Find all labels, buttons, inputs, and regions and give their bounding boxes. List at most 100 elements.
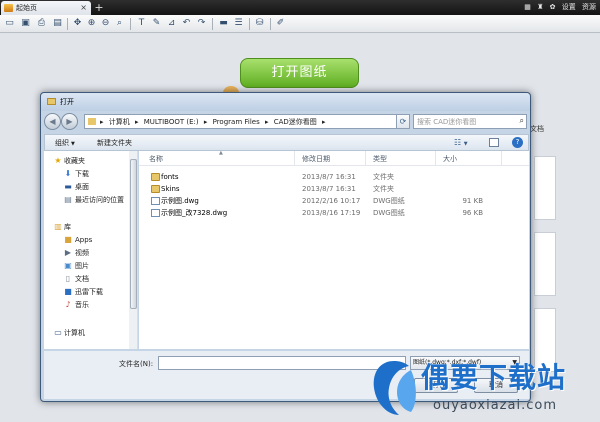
nav-favorites[interactable]: ★ 收藏夹 xyxy=(44,155,132,167)
nav-label: 图片 xyxy=(75,262,89,270)
column-divider xyxy=(501,151,502,166)
resources-link[interactable]: 资源 xyxy=(582,1,596,14)
dwg-file-icon xyxy=(151,197,160,205)
file-row[interactable]: 示例图_改7328.dwg 2013/8/16 17:19 DWG图纸 96 K… xyxy=(139,207,529,219)
column-divider xyxy=(435,151,436,166)
toolbar: ▭ ▣ ⎙ ▤ ✥ ⊕ ⊖ ⌕ T ✎ ⊿ ↶ ↷ ▬ ☰ ⛁ ✐ xyxy=(0,15,600,33)
help-button[interactable]: ? xyxy=(512,137,523,148)
organize-button[interactable]: 组织 ▼ xyxy=(55,138,75,149)
file-type: 文件夹 xyxy=(373,185,394,193)
folder-icon: ■ xyxy=(64,287,72,296)
recent-file-card[interactable] xyxy=(534,156,556,220)
recent-file-card[interactable] xyxy=(534,232,556,296)
nav-item-recent-places[interactable]: ▤ 最近访问的位置 xyxy=(44,194,132,206)
open-file-icon[interactable]: ▭ xyxy=(4,18,15,29)
column-type[interactable]: 类型 xyxy=(373,154,387,164)
dialog-titlebar[interactable]: 打开 xyxy=(41,93,530,111)
settings-link[interactable]: 设置 xyxy=(562,1,576,14)
nav-item-thunder-downloads[interactable]: ■ 迅雷下载 xyxy=(44,286,132,298)
nav-computer[interactable]: ▭ 计算机 xyxy=(44,327,132,339)
new-tab-button[interactable]: + xyxy=(93,2,105,14)
print-icon[interactable]: ⎙ xyxy=(36,18,47,29)
grid-icon[interactable]: ▦ xyxy=(524,1,531,14)
toolbar-divider xyxy=(249,18,250,30)
view-options-button[interactable]: ☷ ▼ xyxy=(454,137,474,149)
zoom-in-icon[interactable]: ⊕ xyxy=(86,18,97,29)
breadcrumb-separator: ▸ xyxy=(100,118,104,126)
breadcrumb-item[interactable]: 计算机 xyxy=(109,118,130,126)
user-icon[interactable]: ♜ xyxy=(537,1,543,14)
file-date: 2013/8/7 16:31 xyxy=(302,185,356,193)
nav-item-downloads[interactable]: ⬇ 下载 xyxy=(44,168,132,180)
layer-manager-icon[interactable]: ⛁ xyxy=(254,18,265,29)
column-size[interactable]: 大小 xyxy=(443,154,457,164)
layer-icon[interactable]: ▬ xyxy=(218,18,229,29)
save-icon[interactable]: ▣ xyxy=(20,18,31,29)
chevron-down-icon: ▼ xyxy=(463,141,468,147)
breadcrumb-item[interactable]: Program Files xyxy=(213,118,260,126)
file-type: DWG图纸 xyxy=(373,209,405,217)
search-icon[interactable]: ⌕ xyxy=(520,116,524,126)
column-divider xyxy=(365,151,366,166)
zoom-realtime-icon[interactable]: ✥ xyxy=(72,18,83,29)
preview-pane-button[interactable] xyxy=(489,138,499,147)
nav-label: 文档 xyxy=(75,275,89,283)
zoom-out-icon[interactable]: ⊖ xyxy=(100,18,111,29)
navigation-pane: ★ 收藏夹 ⬇ 下载 ▬ 桌面 ▤ 最近访问的位置 ▥ 库 ■ Apps ▶ 视… xyxy=(44,151,138,349)
recent-doc-label: 文档 xyxy=(530,125,544,133)
nav-libraries[interactable]: ▥ 库 xyxy=(44,221,132,233)
text-icon[interactable]: T xyxy=(136,18,147,29)
nav-label: 最近访问的位置 xyxy=(75,196,124,204)
column-date[interactable]: 修改日期 xyxy=(302,154,330,164)
refresh-button[interactable]: ⟳ xyxy=(396,114,410,129)
column-name[interactable]: 名称 xyxy=(149,154,163,164)
measure-icon[interactable]: ⊿ xyxy=(166,18,177,29)
breadcrumb-item[interactable]: CAD迷你看图 xyxy=(274,118,317,126)
pen-icon[interactable]: ✎ xyxy=(151,18,162,29)
breadcrumb-separator: ▸ xyxy=(322,118,326,126)
open-file-dialog: 打开 ◀ ▶ ▸ 计算机 ▸ MULTIBOOT (E:) ▸ Program … xyxy=(40,92,531,402)
address-bar[interactable]: ▸ 计算机 ▸ MULTIBOOT (E:) ▸ Program Files ▸… xyxy=(84,114,433,129)
paint-icon[interactable]: ✐ xyxy=(275,18,286,29)
refresh-icon: ⟳ xyxy=(399,117,407,126)
scrollbar-thumb[interactable] xyxy=(130,159,137,309)
nav-item-desktop[interactable]: ▬ 桌面 xyxy=(44,181,132,193)
breadcrumb-separator: ▸ xyxy=(134,118,139,126)
file-row[interactable]: fonts 2013/8/7 16:31 文件夹 xyxy=(139,171,529,183)
sort-arrow-icon: ▲ xyxy=(219,150,223,156)
nav-item-pictures[interactable]: ▣ 图片 xyxy=(44,260,132,272)
tab-close-icon[interactable]: × xyxy=(80,2,87,13)
zoom-extents-icon[interactable]: ⌕ xyxy=(114,18,125,29)
nav-label: 库 xyxy=(64,223,71,231)
file-row[interactable]: Skins 2013/8/7 16:31 文件夹 xyxy=(139,183,529,195)
redo-icon[interactable]: ↷ xyxy=(196,18,207,29)
search-input[interactable] xyxy=(414,115,510,128)
print-preview-icon[interactable]: ▤ xyxy=(52,18,63,29)
file-name: 示例图_改7328.dwg xyxy=(161,209,228,217)
file-list: ▲ 名称 修改日期 类型 大小 fonts 2013/8/7 16:31 文件夹… xyxy=(139,150,529,349)
nav-label: 桌面 xyxy=(75,183,89,191)
folder-icon xyxy=(88,118,96,125)
folder-icon: ■ xyxy=(64,235,72,244)
nav-scrollbar[interactable] xyxy=(129,151,137,349)
toolbar-divider xyxy=(270,18,271,30)
file-row[interactable]: 示例图.dwg 2012/2/16 10:17 DWG图纸 91 KB xyxy=(139,195,529,207)
layers-icon[interactable]: ☰ xyxy=(233,18,244,29)
undo-icon[interactable]: ↶ xyxy=(181,18,192,29)
tab-start-page[interactable]: 起始页 × xyxy=(1,1,91,15)
breadcrumb-item[interactable]: MULTIBOOT (E:) xyxy=(144,118,199,126)
nav-item-videos[interactable]: ▶ 视频 xyxy=(44,247,132,259)
new-folder-button[interactable]: 新建文件夹 xyxy=(97,138,132,148)
app-icon xyxy=(4,4,13,12)
forward-button[interactable]: ▶ xyxy=(61,113,78,130)
open-drawing-button[interactable]: 打开图纸 xyxy=(240,58,359,88)
nav-item-documents[interactable]: ▯ 文档 xyxy=(44,273,132,285)
nav-item-apps[interactable]: ■ Apps xyxy=(44,234,132,246)
nav-item-music[interactable]: ♪ 音乐 xyxy=(44,299,132,311)
file-date: 2013/8/16 17:19 xyxy=(302,209,361,217)
skin-icon[interactable]: ✿ xyxy=(550,1,556,14)
star-icon: ★ xyxy=(54,156,62,165)
folder-icon xyxy=(151,185,160,193)
search-field[interactable]: ⌕ xyxy=(413,114,527,129)
back-button[interactable]: ◀ xyxy=(44,113,61,130)
